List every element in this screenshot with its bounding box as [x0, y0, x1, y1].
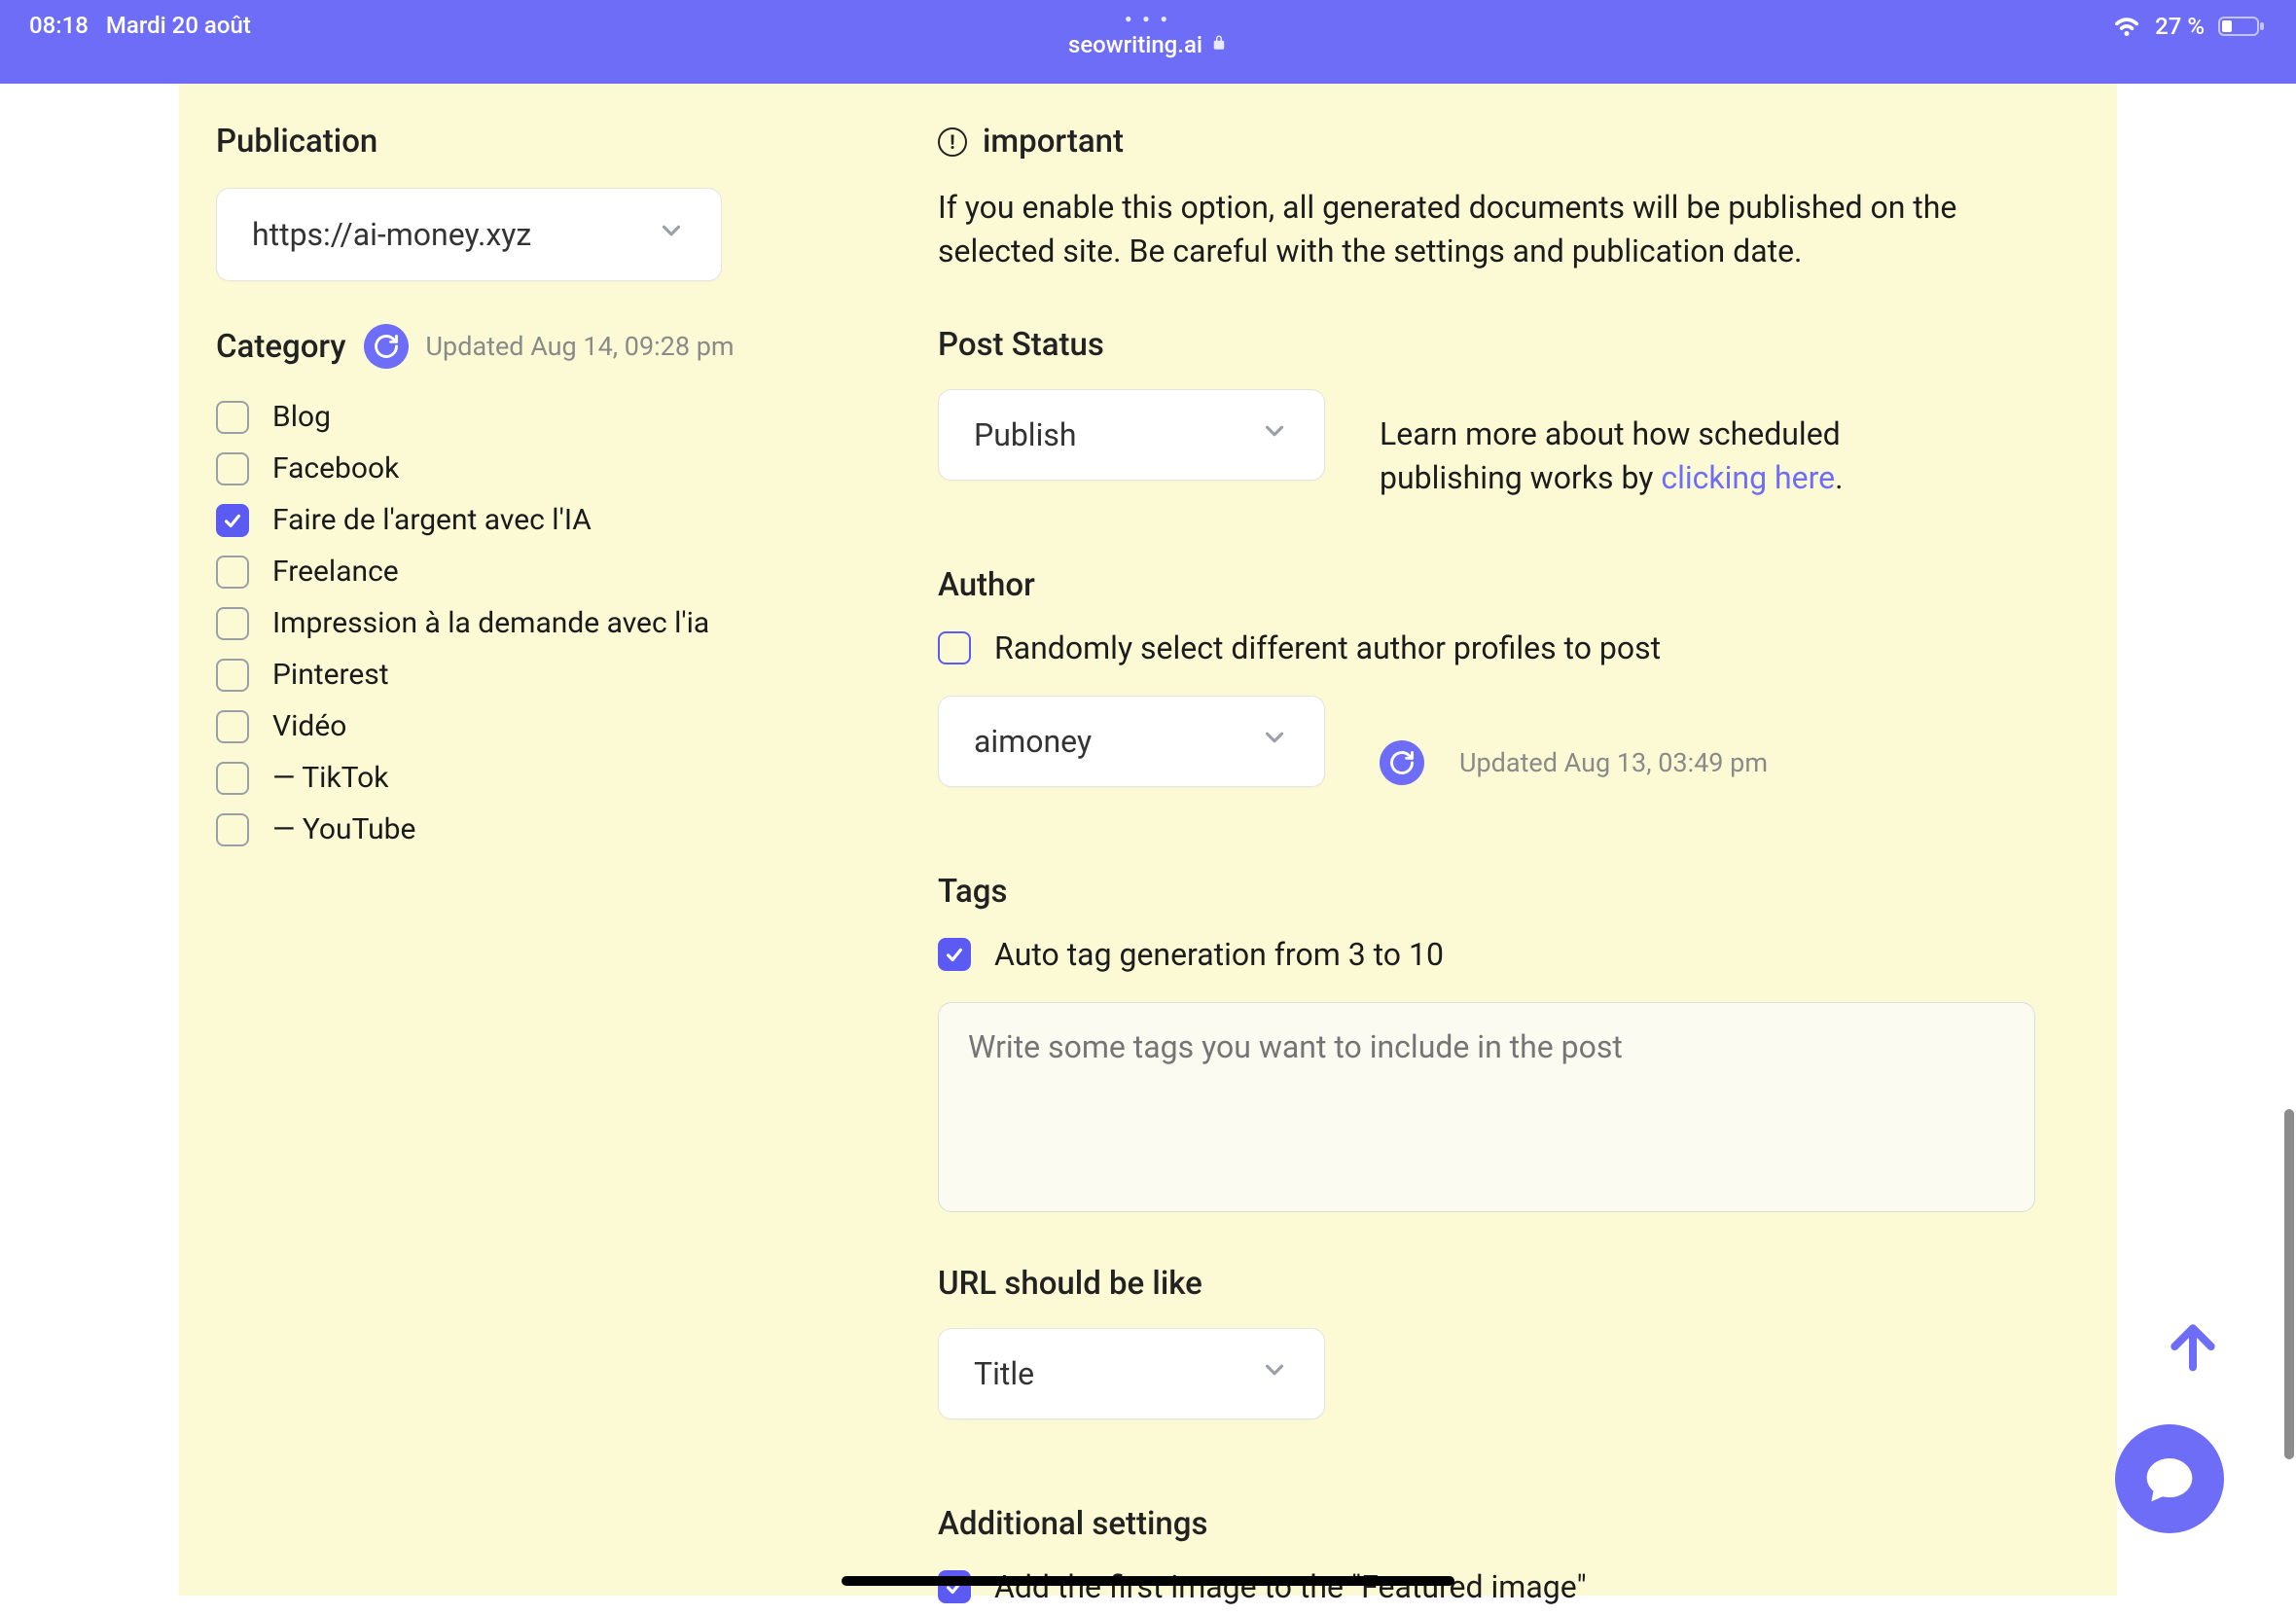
featured-image-label: Add the first image to the "Featured ima… — [994, 1568, 1587, 1605]
category-checkbox[interactable] — [216, 607, 249, 640]
category-item-label: Vidéo — [272, 709, 346, 743]
author-random-label: Randomly select different author profile… — [994, 629, 1661, 666]
post-status-help-link[interactable]: clicking here — [1661, 459, 1835, 496]
battery-percent: 27 % — [2155, 13, 2205, 40]
category-item[interactable]: — TikTok — [216, 761, 938, 795]
chevron-down-icon — [1260, 723, 1289, 760]
publication-select[interactable]: https://ai-money.xyz — [216, 188, 722, 281]
important-text: If you enable this option, all generated… — [938, 186, 2008, 273]
category-item-label: — YouTube — [272, 812, 415, 846]
post-status-select[interactable]: Publish — [938, 389, 1325, 481]
lock-icon — [1210, 34, 1228, 56]
category-item-label: Facebook — [272, 451, 399, 485]
category-updated-text: Updated Aug 14, 09:28 pm — [426, 331, 735, 362]
category-item-label: Faire de l'argent avec l'IA — [272, 503, 592, 537]
tags-label: Tags — [938, 873, 2078, 911]
tags-textarea[interactable] — [938, 1002, 2035, 1212]
post-status-help: Learn more about how scheduled publishin… — [1380, 413, 1924, 500]
author-updated-text: Updated Aug 13, 03:49 pm — [1459, 747, 1768, 778]
publication-heading: Publication — [216, 123, 938, 161]
category-checkbox[interactable] — [216, 504, 249, 537]
important-label: important — [983, 123, 1124, 161]
additional-settings-label: Additional settings — [938, 1505, 2078, 1543]
info-icon: ! — [938, 127, 967, 157]
settings-panel: Publication https://ai-money.xyz Categor… — [179, 84, 2117, 1596]
url-slug-select[interactable]: Title — [938, 1328, 1325, 1419]
category-checkbox[interactable] — [216, 710, 249, 743]
category-checkbox[interactable] — [216, 401, 249, 434]
author-select[interactable]: aimoney — [938, 696, 1325, 787]
scroll-to-top-button[interactable] — [2162, 1315, 2224, 1382]
ios-status-bar: 08:18 Mardi 20 août ● ● ● seowriting.ai … — [0, 0, 2296, 84]
chevron-down-icon — [1260, 416, 1289, 453]
home-indicator[interactable] — [842, 1576, 1454, 1586]
multitask-dots-icon: ● ● ● — [1068, 12, 1228, 25]
author-label: Author — [938, 566, 2078, 604]
category-item[interactable]: Impression à la demande avec l'ia — [216, 606, 938, 640]
category-item-label: — TikTok — [272, 761, 388, 795]
refresh-icon[interactable] — [364, 324, 409, 369]
category-checkbox[interactable] — [216, 659, 249, 692]
status-date: Mardi 20 août — [106, 12, 251, 39]
tags-auto-label: Auto tag generation from 3 to 10 — [994, 936, 1444, 973]
category-checkbox[interactable] — [216, 813, 249, 846]
post-status-label: Post Status — [938, 326, 2078, 364]
category-checkbox[interactable] — [216, 762, 249, 795]
post-status-help-suf: . — [1835, 459, 1843, 496]
category-item-label: Freelance — [272, 555, 399, 589]
battery-icon — [2218, 15, 2267, 38]
status-time: 08:18 — [29, 12, 89, 39]
category-item[interactable]: Faire de l'argent avec l'IA — [216, 503, 938, 537]
category-checkbox[interactable] — [216, 452, 249, 485]
chevron-down-icon — [657, 216, 686, 253]
chat-button[interactable] — [2115, 1424, 2224, 1533]
category-item[interactable]: Blog — [216, 400, 938, 434]
url-slug-label: URL should be like — [938, 1265, 2078, 1303]
publication-label: Publication — [216, 123, 377, 161]
featured-image-checkbox[interactable] — [938, 1570, 971, 1603]
refresh-icon[interactable] — [1380, 740, 1424, 785]
author-select-value: aimoney — [974, 723, 1092, 760]
category-item[interactable]: Pinterest — [216, 658, 938, 692]
category-item-label: Blog — [272, 400, 331, 434]
category-item[interactable]: Freelance — [216, 555, 938, 589]
category-list: Blog Facebook Faire de l'argent avec l'IA F… — [216, 400, 938, 846]
chevron-down-icon — [1260, 1355, 1289, 1392]
category-item[interactable]: — YouTube — [216, 812, 938, 846]
post-status-value: Publish — [974, 416, 1077, 453]
category-checkbox[interactable] — [216, 556, 249, 589]
category-item-label: Impression à la demande avec l'ia — [272, 606, 709, 640]
publication-select-value: https://ai-money.xyz — [252, 216, 531, 253]
url-slug-value: Title — [974, 1355, 1034, 1392]
address-url: seowriting.ai — [1068, 31, 1202, 58]
tags-auto-checkbox[interactable] — [938, 938, 971, 971]
category-item[interactable]: Vidéo — [216, 709, 938, 743]
wifi-icon — [2112, 12, 2141, 41]
category-item-label: Pinterest — [272, 658, 389, 692]
scrollbar-indicator[interactable] — [2284, 1109, 2294, 1459]
category-label: Category — [216, 328, 346, 366]
author-random-checkbox[interactable] — [938, 631, 971, 664]
category-item[interactable]: Facebook — [216, 451, 938, 485]
